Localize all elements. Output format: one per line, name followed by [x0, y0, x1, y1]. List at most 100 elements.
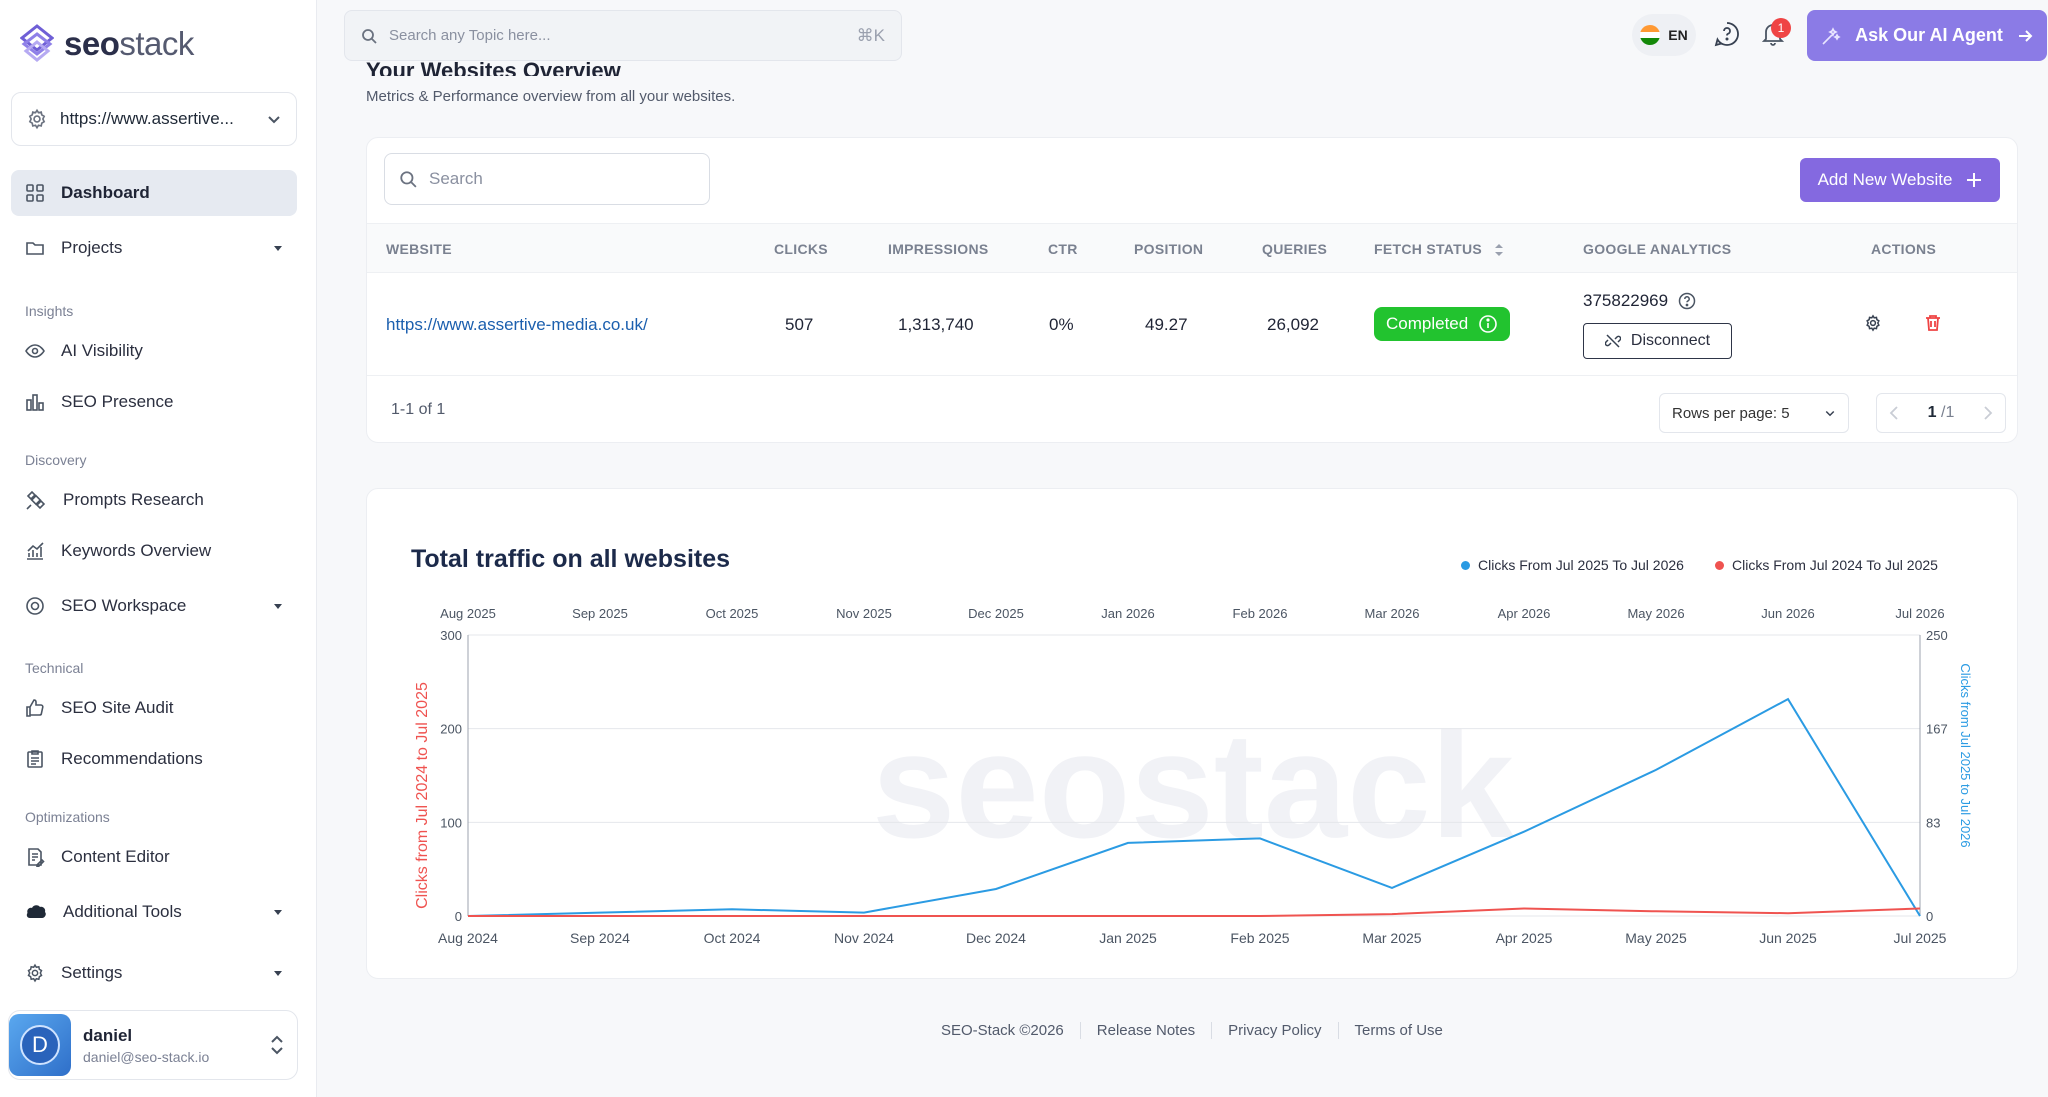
- column-header-position[interactable]: POSITION: [1134, 241, 1203, 257]
- sidebar-item-label: SEO Site Audit: [61, 698, 174, 717]
- sidebar-item-label: Keywords Overview: [61, 541, 212, 560]
- column-header-clicks[interactable]: CLICKS: [774, 241, 828, 257]
- gear-icon: [25, 963, 45, 983]
- search-icon: [361, 28, 377, 44]
- bottom-x-tick-label: Apr 2025: [1496, 930, 1553, 946]
- sidebar-item-keywords-overview[interactable]: Keywords Overview: [11, 528, 297, 574]
- right-y-axis-title: Clicks from Jul 2025 to Jul 2026: [1958, 663, 1973, 847]
- column-header-fetch-status[interactable]: FETCH STATUS: [1374, 241, 1504, 257]
- top-x-tick-label: Dec 2025: [968, 606, 1024, 621]
- column-header-ctr[interactable]: CTR: [1048, 241, 1078, 257]
- sidebar-item-additional-tools[interactable]: Additional Tools: [11, 889, 297, 935]
- brand-logo[interactable]: seostack: [20, 24, 194, 64]
- trend-chart-icon: [25, 541, 45, 561]
- bar-chart-icon: [25, 392, 45, 412]
- settings-gear-icon[interactable]: [1864, 314, 1882, 332]
- sidebar-item-settings[interactable]: Settings: [11, 950, 297, 996]
- websites-table-card: Add New Website WEBSITE CLICKS IMPRESSIO…: [366, 137, 2018, 443]
- page-title: Your Websites Overview: [366, 58, 621, 77]
- avatar-initial: D: [20, 1025, 60, 1065]
- chart-watermark: seostack: [872, 701, 1515, 869]
- info-icon[interactable]: [1478, 314, 1498, 334]
- website-link[interactable]: https://www.assertive-media.co.uk/: [386, 315, 648, 335]
- chevron-down-icon: [1824, 407, 1836, 419]
- disconnect-button[interactable]: Disconnect: [1583, 323, 1732, 359]
- sidebar-item-recommendations[interactable]: Recommendations: [11, 736, 297, 782]
- table-search-input[interactable]: [429, 169, 695, 189]
- bottom-x-tick-label: Nov 2024: [834, 930, 894, 946]
- sidebar-item-seo-workspace[interactable]: SEO Workspace: [11, 583, 297, 629]
- eye-icon: [25, 341, 45, 361]
- user-menu[interactable]: D daniel daniel@seo-stack.io: [8, 1010, 298, 1080]
- arrow-right-icon: [2017, 28, 2033, 44]
- folder-icon: [25, 238, 45, 258]
- gear-icon: [26, 108, 48, 130]
- sidebar-item-label: AI Visibility: [61, 341, 143, 360]
- sidebar-item-label: Additional Tools: [63, 902, 182, 921]
- page-total: /1: [1941, 404, 1955, 421]
- chevron-right-icon[interactable]: [1983, 406, 1993, 420]
- sidebar-item-projects[interactable]: Projects: [11, 225, 297, 271]
- add-new-website-label: Add New Website: [1817, 170, 1953, 189]
- top-x-tick-label: Nov 2025: [836, 606, 892, 621]
- trash-icon[interactable]: [1924, 314, 1942, 332]
- help-circle-icon[interactable]: [1678, 292, 1696, 310]
- user-name: daniel: [83, 1025, 133, 1045]
- language-selector[interactable]: EN: [1632, 14, 1696, 56]
- sidebar-item-seo-presence[interactable]: SEO Presence: [11, 379, 297, 425]
- sidebar-item-label: Projects: [61, 238, 123, 257]
- search-shortcut: ⌘K: [856, 25, 885, 45]
- sidebar-section-optimizations: Optimizations: [25, 809, 110, 825]
- traffic-chart-card: Total traffic on all websites Clicks Fro…: [366, 488, 2018, 979]
- sidebar-item-seo-site-audit[interactable]: SEO Site Audit: [11, 685, 297, 731]
- chevron-left-icon[interactable]: [1889, 406, 1899, 420]
- bottom-x-tick-label: Jun 2025: [1759, 930, 1817, 946]
- help-icon[interactable]: [1714, 21, 1740, 47]
- table-count: 1-1 of 1: [391, 401, 446, 418]
- top-x-tick-label: Jul 2026: [1895, 606, 1944, 621]
- footer-privacy-link[interactable]: Privacy Policy: [1212, 1022, 1339, 1039]
- column-header-google-analytics[interactable]: GOOGLE ANALYTICS: [1583, 241, 1731, 257]
- sort-icon: [1494, 243, 1504, 257]
- website-selector[interactable]: https://www.assertive...: [11, 92, 297, 146]
- clipboard-icon: [25, 749, 45, 769]
- bottom-x-tick-label: Sep 2024: [570, 930, 630, 946]
- global-search-input[interactable]: [389, 27, 845, 44]
- ask-ai-agent-button[interactable]: Ask Our AI Agent: [1807, 10, 2047, 61]
- column-header-website[interactable]: WEBSITE: [386, 241, 452, 257]
- grid-icon: [25, 183, 45, 203]
- cell-position: 49.27: [1145, 315, 1188, 334]
- column-header-queries[interactable]: QUERIES: [1262, 241, 1327, 257]
- sidebar-item-ai-visibility[interactable]: AI Visibility: [11, 328, 297, 374]
- sidebar-item-prompts-research[interactable]: Prompts Research: [11, 477, 297, 523]
- add-new-website-button[interactable]: Add New Website: [1800, 158, 2000, 202]
- column-header-impressions[interactable]: IMPRESSIONS: [888, 241, 989, 257]
- top-x-tick-label: Jan 2026: [1101, 606, 1155, 621]
- sidebar-item-label: SEO Workspace: [61, 596, 187, 615]
- bottom-x-tick-label: Feb 2025: [1230, 930, 1289, 946]
- right-y-tick-label: 250: [1926, 628, 1948, 643]
- caret-down-icon: [273, 907, 283, 917]
- caret-down-icon: [273, 601, 283, 611]
- table-header: WEBSITE CLICKS IMPRESSIONS CTR POSITION …: [367, 223, 2017, 273]
- chevron-up-down-icon: [269, 1034, 285, 1056]
- caret-down-icon: [273, 968, 283, 978]
- plus-icon: [1966, 172, 1982, 188]
- table-search[interactable]: [384, 153, 710, 205]
- cloud-tools-icon: [25, 902, 47, 922]
- footer-release-notes-link[interactable]: Release Notes: [1081, 1022, 1213, 1039]
- global-search[interactable]: ⌘K: [344, 10, 902, 61]
- ai-sparkle-icon: [1821, 26, 1841, 46]
- right-y-tick-label: 167: [1926, 722, 1948, 737]
- rows-per-page-select[interactable]: Rows per page: 5: [1659, 393, 1849, 433]
- sidebar-item-dashboard[interactable]: Dashboard: [11, 170, 297, 216]
- cell-queries: 26,092: [1267, 315, 1319, 334]
- sidebar-item-label: SEO Presence: [61, 392, 174, 411]
- india-flag-icon: [1640, 25, 1661, 45]
- footer-terms-link[interactable]: Terms of Use: [1339, 1022, 1459, 1039]
- thumbs-up-icon: [25, 698, 45, 718]
- sidebar-item-content-editor[interactable]: Content Editor: [11, 834, 297, 880]
- unlink-icon: [1604, 333, 1621, 349]
- website-selector-value: https://www.assertive...: [60, 109, 234, 128]
- bottom-x-tick-label: Jan 2025: [1099, 930, 1157, 946]
